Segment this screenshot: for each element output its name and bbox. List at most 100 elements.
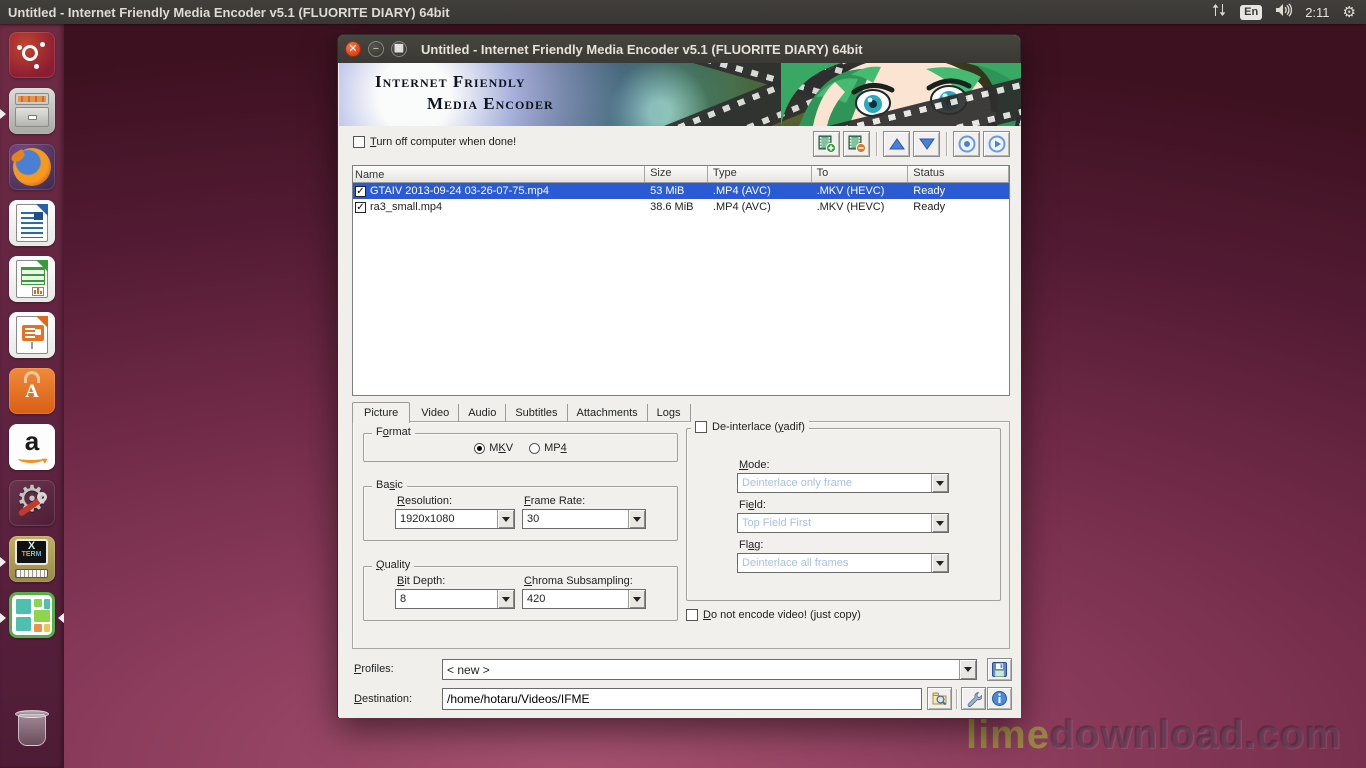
- launcher-item-libreoffice-calc[interactable]: [9, 256, 55, 302]
- flag-combobox: Deinterlace all frames: [737, 553, 949, 573]
- queue-row[interactable]: ✓ra3_small.mp4 38.6 MiB .MP4 (AVC) .MKV …: [353, 199, 1009, 215]
- stop-encoding-button[interactable]: [953, 131, 980, 157]
- desktop: Untitled - Internet Friendly Media Encod…: [0, 0, 1366, 768]
- dropdown-arrow-icon: [497, 510, 514, 528]
- shutdown-label: Turn off computer when done!: [370, 136, 516, 148]
- launcher-item-ifme[interactable]: [9, 592, 55, 638]
- format-legend: Format: [372, 426, 415, 438]
- launcher-item-software-center[interactable]: A: [9, 368, 55, 414]
- ifme-mosaic-icon: [16, 599, 31, 614]
- destination-input[interactable]: [442, 688, 922, 710]
- floppy-disk-icon: [991, 661, 1008, 678]
- tab-attachments[interactable]: Attachments: [568, 404, 648, 422]
- launcher-item-xterm[interactable]: XTERM: [9, 536, 55, 582]
- radio-mp4[interactable]: MP4: [529, 442, 567, 454]
- bitdepth-combobox[interactable]: 8: [395, 589, 515, 609]
- shutdown-checkbox[interactable]: Turn off computer when done!: [353, 136, 516, 148]
- queue-row[interactable]: ✓GTAIV 2013-09-24 03-26-07-75.mp4 53 MiB…: [353, 183, 1009, 199]
- window-title: Untitled - Internet Friendly Media Encod…: [421, 42, 863, 57]
- file-target-format: .MKV (HEVC): [812, 185, 909, 197]
- launcher-item-system-settings[interactable]: ⚙: [9, 480, 55, 526]
- dropdown-arrow-icon: [931, 554, 948, 572]
- launcher-item-firefox[interactable]: [9, 144, 55, 190]
- column-header-name[interactable]: Name: [353, 166, 645, 182]
- browse-folder-icon: [931, 690, 948, 707]
- framerate-combobox[interactable]: 30: [522, 509, 646, 529]
- tab-picture[interactable]: Picture: [352, 402, 410, 423]
- file-type: .MP4 (AVC): [708, 201, 812, 213]
- close-button[interactable]: ✕: [345, 41, 361, 57]
- deinterlace-legend: De-interlace (yadif): [691, 421, 809, 436]
- resolution-combobox[interactable]: 1920x1080: [395, 509, 515, 529]
- bitdepth-label: Bit Depth:: [397, 575, 445, 587]
- launcher-item-libreoffice-writer[interactable]: [9, 200, 55, 246]
- queue-table-header: Name Size Type To Status: [353, 166, 1009, 183]
- chroma-combobox[interactable]: 420: [522, 589, 646, 609]
- writer-document-icon: [16, 204, 48, 242]
- launcher-item-amazon[interactable]: a: [9, 424, 55, 470]
- launcher: A a ⚙ XTERM: [0, 24, 64, 768]
- file-status: Ready: [908, 201, 1009, 213]
- queue-table: Name Size Type To Status ✓GTAIV 2013-09-…: [352, 165, 1010, 396]
- move-up-button[interactable]: [883, 131, 910, 157]
- tab-logs[interactable]: Logs: [648, 404, 691, 422]
- advanced-options-button[interactable]: [961, 687, 986, 710]
- dropdown-arrow-icon: [931, 514, 948, 532]
- minimize-button[interactable]: −: [368, 41, 384, 57]
- field-combobox: Top Field First: [737, 513, 949, 533]
- profiles-combobox[interactable]: < new >: [442, 659, 977, 680]
- volume-icon[interactable]: [1275, 3, 1292, 22]
- field-label: Field:: [739, 499, 766, 511]
- amazon-icon: a: [9, 426, 55, 457]
- file-name: ra3_small.mp4: [370, 201, 442, 213]
- row-checkbox[interactable]: ✓: [355, 202, 366, 213]
- queue-toolbar: [813, 131, 1010, 157]
- checkbox-box[interactable]: [353, 136, 365, 148]
- focused-indicator: [58, 613, 64, 623]
- maximize-button[interactable]: ⬜: [391, 41, 407, 57]
- window-titlebar[interactable]: ✕ − ⬜ Untitled - Internet Friendly Media…: [338, 35, 1020, 63]
- gear-icon: ⚙: [9, 480, 55, 520]
- picture-tab-panel: Format MKV MP4 Basic Resolution: 1920x10…: [352, 421, 1010, 649]
- about-button[interactable]: [987, 687, 1012, 710]
- column-header-type[interactable]: Type: [708, 166, 812, 182]
- launcher-item-libreoffice-impress[interactable]: [9, 312, 55, 358]
- launcher-item-trash[interactable]: [9, 706, 55, 752]
- file-status: Ready: [908, 185, 1009, 197]
- wrench-icon: [966, 691, 982, 707]
- checkbox-box[interactable]: [686, 609, 698, 621]
- dropdown-arrow-icon: [628, 510, 645, 528]
- tab-subtitles[interactable]: Subtitles: [506, 404, 567, 422]
- quality-legend: Quality: [372, 559, 414, 571]
- ifme-window: ✕ − ⬜ Untitled - Internet Friendly Media…: [337, 34, 1021, 718]
- clock[interactable]: 2:11: [1305, 5, 1329, 20]
- row-checkbox[interactable]: ✓: [355, 186, 366, 197]
- window-content: Turn off computer when done!: [339, 126, 1021, 718]
- launcher-item-files[interactable]: [9, 88, 55, 134]
- deinterlace-checkbox[interactable]: De-interlace (yadif): [695, 421, 805, 433]
- banner-title: Internet Friendly Media Encoder: [375, 72, 554, 114]
- add-media-button[interactable]: [813, 131, 840, 157]
- file-type: .MP4 (AVC): [708, 185, 812, 197]
- radio-mkv[interactable]: MKV: [474, 442, 513, 454]
- network-arrows-icon[interactable]: [1211, 3, 1227, 22]
- format-group: Format MKV MP4: [363, 433, 678, 462]
- launcher-item-ubuntu-dash[interactable]: [9, 32, 55, 78]
- column-header-size[interactable]: Size: [645, 166, 708, 182]
- remove-media-button[interactable]: [843, 131, 870, 157]
- column-header-status[interactable]: Status: [908, 166, 1009, 182]
- tab-audio[interactable]: Audio: [459, 404, 506, 422]
- tab-video[interactable]: Video: [412, 404, 459, 422]
- checkbox-box[interactable]: [695, 421, 707, 433]
- calc-spreadsheet-icon: [16, 260, 48, 298]
- browse-destination-button[interactable]: [927, 687, 952, 710]
- start-encoding-button[interactable]: [983, 131, 1010, 157]
- running-indicator: [0, 557, 6, 567]
- copy-video-checkbox[interactable]: Do not encode video! (just copy): [686, 609, 861, 621]
- column-header-to[interactable]: To: [812, 166, 909, 182]
- save-profile-button[interactable]: [987, 658, 1012, 681]
- move-down-button[interactable]: [913, 131, 940, 157]
- keyboard-layout-indicator[interactable]: En: [1240, 5, 1262, 20]
- session-gear-icon[interactable]: ⚙: [1343, 5, 1356, 20]
- deinterlace-group: De-interlace (yadif) Mode: Deinterlace o…: [686, 428, 1001, 601]
